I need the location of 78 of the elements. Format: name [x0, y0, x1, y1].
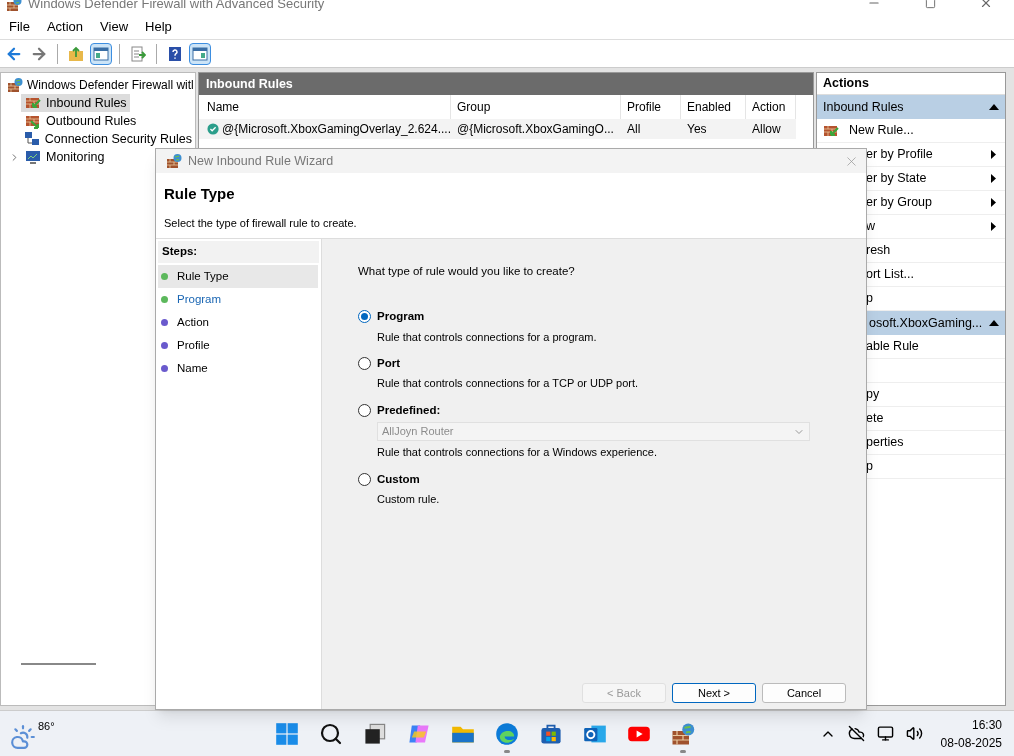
table-cell-text: @{Microsoft.XboxGamingOverlay_2.624....	[222, 121, 451, 138]
tree-root-label[interactable]: Windows Defender Firewall witl	[27, 76, 194, 94]
wizard-step[interactable]: Action	[158, 311, 318, 334]
option-description: Custom rule.	[377, 491, 441, 507]
wizard-step[interactable]: Name	[158, 357, 318, 380]
tree-item[interactable]: Connection Security Rules	[19, 130, 195, 148]
wizard-step[interactable]: Profile	[158, 334, 318, 357]
submenu-arrow-icon	[991, 150, 996, 159]
submenu-arrow-icon	[991, 222, 996, 231]
tree-item[interactable]: Outbound Rules	[21, 112, 140, 130]
menu-item[interactable]: View	[100, 18, 129, 35]
dialog-button[interactable]: Cancel	[762, 683, 846, 703]
radio-button[interactable]	[358, 310, 371, 324]
brick-arrow-icon	[25, 113, 41, 129]
maximize-icon	[924, 0, 936, 9]
radio-button[interactable]	[358, 357, 371, 371]
firewall-icon	[166, 153, 182, 169]
option-label[interactable]: Predefined:	[377, 401, 441, 419]
table-cell-text: All	[627, 121, 641, 138]
collapse-arrow-icon	[989, 320, 999, 326]
network-icon[interactable]	[876, 725, 894, 742]
pane-title: Inbound Rules	[206, 75, 293, 93]
submenu-arrow-icon	[991, 198, 996, 207]
option-description: Rule that controls connections for a program.	[377, 329, 598, 345]
firewall-icon	[7, 77, 23, 93]
menu-item[interactable]: File	[9, 18, 30, 35]
radio-button[interactable]	[358, 472, 371, 486]
option-description: Rule that controls connections for a Windows experience.	[377, 445, 659, 460]
edge-browser-icon	[495, 721, 519, 746]
steps-title: Steps:	[162, 244, 198, 260]
horizontal-scrollbar[interactable]	[21, 663, 96, 665]
tree-item[interactable]: Inbound Rules	[21, 94, 130, 112]
option-label[interactable]: Program	[377, 308, 425, 326]
folder-up-icon	[68, 45, 84, 62]
dialog-title: New Inbound Rule Wizard	[188, 152, 334, 170]
search-icon	[319, 721, 343, 746]
tree-item[interactable]: Monitoring	[21, 148, 108, 166]
onedrive-icon[interactable]	[847, 725, 865, 742]
option-description: Rule that controls connections for a TCP or UDP port.	[377, 376, 640, 392]
table-cell-text: Yes	[687, 121, 707, 138]
actions-title: Actions	[823, 75, 869, 93]
dialog-button[interactable]: Next >	[672, 683, 756, 703]
pane-toggle-button[interactable]	[90, 42, 112, 65]
export-list-icon	[130, 45, 146, 62]
wizard-step[interactable]: Rule Type	[158, 265, 318, 288]
firewall-icon	[671, 721, 695, 746]
rule-row[interactable]: @{Microsoft.XboxGamingOverlay_2.624.... @{Microsoft.XboxGamingO... All Yes Allow	[199, 119, 796, 139]
submenu-arrow-icon	[991, 174, 996, 183]
question-text: What type of rule would you like to create?	[358, 264, 576, 279]
temperature[interactable]: 86°	[38, 717, 55, 734]
start-icon	[275, 721, 299, 746]
pane-toggle-button[interactable]	[189, 42, 211, 65]
wizard-step[interactable]: Program	[158, 288, 318, 311]
radio-button[interactable]	[358, 403, 371, 417]
help-icon	[167, 45, 183, 62]
menu-item[interactable]: Help	[145, 18, 172, 35]
table-cell-text: @{Microsoft.XboxGamingO...	[457, 121, 614, 138]
actions-section-header[interactable]: Inbound Rules	[817, 95, 1005, 119]
computers-icon	[23, 131, 40, 147]
pane-toggle-icon	[93, 45, 109, 62]
option-label[interactable]: Port	[377, 355, 400, 373]
volume-icon[interactable]	[905, 725, 923, 742]
brick-arrow-icon	[25, 95, 41, 111]
monitor-chart-icon	[25, 149, 41, 165]
menu-item[interactable]: Action	[46, 18, 84, 35]
clock-time[interactable]: 16:30	[971, 715, 1002, 734]
option-label[interactable]: Custom	[377, 470, 420, 488]
app-icon	[6, 0, 22, 12]
weather-icon[interactable]	[10, 723, 36, 750]
page-subtitle: Select the type of firewall rule to create.	[164, 215, 358, 231]
close-icon	[979, 0, 993, 10]
task-view-icon	[363, 721, 387, 746]
pane-toggle-icon	[192, 45, 208, 62]
actions-pane-item[interactable]: New Rule...	[817, 119, 1005, 143]
page-heading: Rule Type	[164, 184, 236, 204]
clock-date[interactable]: 08-08-2025	[940, 733, 1002, 752]
table-cell-text: Allow	[752, 121, 781, 138]
collapse-arrow-icon	[989, 104, 999, 110]
